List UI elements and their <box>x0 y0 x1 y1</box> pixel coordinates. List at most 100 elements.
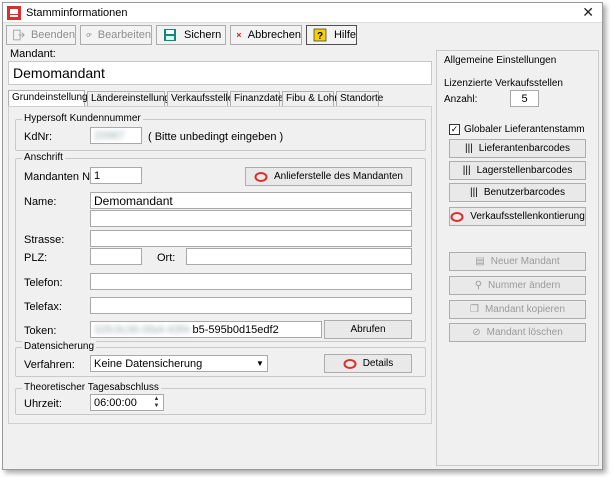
allgemein-title: Allgemeine Einstellungen <box>444 55 557 66</box>
mandant-loeschen-label: Mandant löschen <box>486 327 563 338</box>
svg-text:?: ? <box>317 31 323 42</box>
anzahl-label: Anzahl: <box>444 94 478 105</box>
verkaufsstellenkontierung-label: Verkaufsstellenkontierung <box>470 211 585 222</box>
abbrechen-label: Abbrechen <box>247 29 301 41</box>
nummer-aendern-button[interactable]: ⚲ Nummer ändern <box>449 276 586 295</box>
tab-verkaufsstellen[interactable]: Verkaufsstellen <box>167 91 239 106</box>
name-label: Name: <box>24 196 57 208</box>
stamminformationen-window: Stamminformationen ✕ Beenden Bearbeiten <box>2 2 603 470</box>
help-icon: ? <box>313 28 327 42</box>
cycle-icon <box>450 211 464 222</box>
mandant-label: Mandant: <box>10 48 56 60</box>
hilfe-label: Hilfe <box>333 29 356 41</box>
verfahren-select[interactable]: Keine Datensicherung ▼ <box>90 355 268 372</box>
verkaufsstellenkontierung-button[interactable]: Verkaufsstellenkontierung <box>449 207 586 226</box>
sichern-label: Sichern <box>184 29 222 41</box>
verfahren-value: Keine Datensicherung <box>94 358 203 370</box>
hilfe-button[interactable]: ? Hilfe <box>306 25 357 45</box>
neuer-mandant-label: Neuer Mandant <box>490 256 560 267</box>
close-icon[interactable]: ✕ <box>582 4 594 21</box>
token-label: Token: <box>24 325 57 337</box>
anschrift-group: Anschrift Mandanten Nr.: 1 Anlieferstell… <box>15 152 426 342</box>
barcode-icon: ||| <box>465 143 473 154</box>
uhrzeit-label: Uhrzeit: <box>24 398 62 410</box>
neuer-mandant-button[interactable]: ▤ Neuer Mandant <box>449 252 586 271</box>
lieferantenbarcodes-button[interactable]: ||| Lieferantenbarcodes <box>449 139 586 158</box>
token-hidden-part: 32fc3c36-0fa4-43f4- <box>94 324 193 336</box>
abrufen-button[interactable]: Abrufen <box>324 320 412 339</box>
mandant-kopieren-button[interactable]: ❐ Mandant kopieren <box>449 300 586 319</box>
abbrechen-button[interactable]: Abbrechen <box>230 25 302 45</box>
tab-finanzdaten[interactable]: Finanzdaten <box>230 91 289 106</box>
name-input[interactable]: Demomandant <box>90 192 412 209</box>
bearbeiten-label: Bearbeiten <box>97 29 151 41</box>
anlieferstelle-label: Anlieferstelle des Mandanten <box>274 171 403 182</box>
anzahl-input[interactable]: 5 <box>510 90 539 107</box>
copy-icon: ❐ <box>469 304 479 315</box>
hypersoft-group: Hypersoft Kundennummer KdNr: 20967 ( Bit… <box>15 113 426 151</box>
uhrzeit-input[interactable]: 06:00:00 ▲ ▼ <box>90 394 164 411</box>
tab-standorte[interactable]: Standorte <box>336 91 383 106</box>
tab-laendereinstellungen[interactable]: Ländereinstellungen <box>87 91 181 106</box>
token-input[interactable]: 32fc3c36-0fa4-43f4-b5-595b0d15edf2 <box>90 321 322 338</box>
globaler-checkbox[interactable]: ✓ <box>449 124 460 135</box>
tab-grundeinstellungen[interactable]: Grundeinstellungen <box>8 90 99 107</box>
window-title: Stamminformationen <box>26 7 128 19</box>
magnifier-icon: ⚲ <box>474 280 483 291</box>
telefax-label: Telefax: <box>24 301 62 313</box>
anschrift-title: Anschrift <box>22 152 65 163</box>
exit-icon <box>13 29 25 41</box>
document-icon: ▤ <box>475 256 485 267</box>
barcode-icon: ||| <box>470 187 478 198</box>
strasse-label: Strasse: <box>24 234 65 246</box>
details-button[interactable]: Details <box>324 354 412 373</box>
tagesabschluss-title: Theoretischer Tagesabschluss <box>22 382 161 393</box>
bearbeiten-button[interactable]: Bearbeiten <box>80 25 152 45</box>
lagerstellenbarcodes-label: Lagerstellenbarcodes <box>476 165 573 176</box>
chevron-down-icon: ▼ <box>256 359 264 368</box>
nummer-aendern-label: Nummer ändern <box>488 280 561 291</box>
lagerstellenbarcodes-button[interactable]: ||| Lagerstellenbarcodes <box>449 161 586 180</box>
cycle-icon <box>254 171 268 182</box>
telefon-input[interactable] <box>90 273 412 290</box>
name2-input[interactable] <box>90 210 412 227</box>
delete-icon: ⊘ <box>472 327 481 338</box>
mandant-input[interactable]: Demomandant <box>8 61 432 85</box>
mandant-kopieren-label: Mandant kopieren <box>484 304 566 315</box>
lieferantenbarcodes-label: Lieferantenbarcodes <box>478 143 570 154</box>
cycle-icon <box>343 358 357 369</box>
mandant-loeschen-button[interactable]: ⊘ Mandant löschen <box>449 323 586 342</box>
tab-fibu-lohn[interactable]: Fibu & Lohn <box>282 91 340 106</box>
datensicherung-group: Datensicherung Verfahren: Keine Datensic… <box>15 341 426 377</box>
tagesabschluss-group: Theoretischer Tagesabschluss Uhrzeit: 06… <box>15 382 426 415</box>
uhrzeit-value: 06:00:00 <box>94 397 137 409</box>
datensicherung-title: Datensicherung <box>22 341 97 352</box>
barcode-icon: ||| <box>462 165 471 176</box>
sichern-button[interactable]: Sichern <box>156 25 226 45</box>
beenden-button[interactable]: Beenden <box>6 25 76 45</box>
kdnr-label: KdNr: <box>24 131 53 143</box>
telefax-input[interactable] <box>90 297 412 314</box>
details-label: Details <box>362 358 394 369</box>
strasse-input[interactable] <box>90 230 412 247</box>
app-icon <box>7 6 21 20</box>
verfahren-label: Verfahren: <box>24 359 75 371</box>
benutzerbarcodes-label: Benutzerbarcodes <box>483 187 565 198</box>
lizenzierte-label: Lizenzierte Verkaufsstellen <box>444 78 563 89</box>
gears-icon <box>86 33 92 37</box>
kdnr-value: 20967 <box>94 130 125 142</box>
benutzerbarcodes-button[interactable]: ||| Benutzerbarcodes <box>449 183 586 202</box>
mandanten-nr-input[interactable]: 1 <box>90 167 142 184</box>
hypersoft-title: Hypersoft Kundennummer <box>22 113 143 124</box>
title-bar: Stamminformationen ✕ <box>3 3 602 23</box>
globaler-label: Globaler Lieferantenstamm <box>464 124 585 135</box>
beenden-label: Beenden <box>30 29 75 41</box>
kdnr-input[interactable]: 20967 <box>90 127 142 144</box>
save-icon <box>164 29 176 41</box>
anlieferstelle-button[interactable]: Anlieferstelle des Mandanten <box>245 167 412 186</box>
plz-label: PLZ: <box>24 252 48 264</box>
spinner-icon[interactable]: ▲ ▼ <box>151 396 162 410</box>
ort-input[interactable] <box>186 248 412 265</box>
plz-input[interactable] <box>90 248 142 265</box>
telefon-label: Telefon: <box>24 277 63 289</box>
